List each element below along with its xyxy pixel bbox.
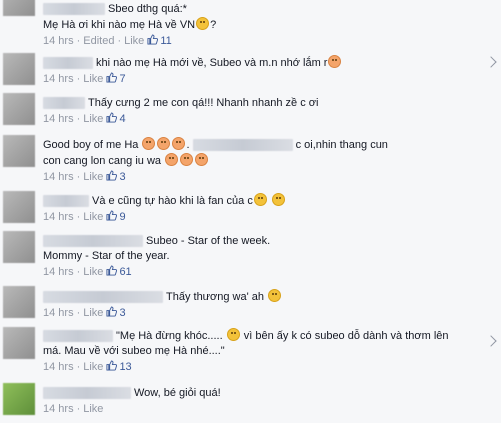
comment-meta: 14 hrs · Like 7 (43, 72, 126, 85)
thumbs-up-icon (106, 306, 118, 317)
comment-meta: 14 hrs · Like (43, 403, 104, 415)
avatar[interactable] (3, 53, 35, 85)
smile-emoji-icon (253, 193, 267, 206)
comment-text: "Mẹ Hà đừng khóc..... (116, 330, 223, 342)
like-button[interactable]: Like (83, 361, 103, 373)
avatar[interactable] (3, 231, 35, 263)
commenter-name[interactable] (43, 235, 143, 248)
comment-text: Và e cũng tự hào khi là fan của c (92, 195, 253, 207)
comment: Wow, bé giỏi quá! 14 hrs · Like (0, 380, 501, 423)
thumbs-up-icon (147, 34, 159, 45)
thumbs-up-icon (106, 265, 118, 276)
comment-meta: 14 hrs · Like 4 (43, 112, 126, 125)
commenter-name[interactable] (43, 3, 105, 16)
comment-text-line2: Mẹ Hà ơi khi nào mẹ Hà về VN (43, 19, 196, 31)
comment-meta: 14 hrs · Like 13 (43, 360, 132, 373)
smile-emoji-icon (226, 328, 240, 341)
comment-text: Thấy thương wa' ah (166, 291, 265, 303)
grimace-emoji-icon (196, 17, 210, 30)
kiss-emoji-icon (157, 137, 171, 150)
thumbs-up-icon (106, 360, 118, 371)
like-button[interactable]: Like (83, 171, 103, 183)
smile-emoji-icon (268, 289, 282, 302)
comment-text-cont: vì bên ấy k có subeo dỗ dành và thơm lên (243, 330, 449, 342)
comment: khi nào mẹ Hà mới về, Subeo và m.n nhớ l… (0, 48, 501, 93)
comment-text: Good boy of me Ha (43, 139, 139, 151)
comment-meta: 14 hrs · Edited · Like 11 (43, 34, 172, 47)
comment-meta: 14 hrs · Like 9 (43, 210, 126, 223)
timestamp[interactable]: 14 hrs (43, 307, 74, 319)
avatar[interactable] (3, 93, 35, 125)
comment-meta: 14 hrs · Like 3 (43, 170, 126, 183)
thumbs-up-icon (106, 170, 118, 181)
comment-text-line2: má. Mau về với subeo mẹ Hà nhé...." (43, 345, 225, 357)
comment: Good boy of me Ha . c oi,nhin thang cun … (0, 133, 501, 188)
comment: Sbeo dthg quá:* Mẹ Hà ơi khi nào mẹ Hà v… (0, 0, 501, 48)
kiss-emoji-icon (195, 153, 209, 166)
commenter-name[interactable] (43, 97, 85, 110)
crying-emoji-icon (328, 55, 342, 68)
timestamp[interactable]: 14 hrs (43, 266, 74, 278)
like-button[interactable]: Like (83, 266, 103, 278)
timestamp[interactable]: 14 hrs (43, 113, 74, 125)
comment-text: Sbeo dthg quá:* (108, 3, 187, 15)
avatar[interactable] (3, 286, 35, 318)
kiss-emoji-icon (180, 153, 194, 166)
like-button[interactable]: Like (83, 113, 103, 125)
comment-text-line2: Mommy - Star of the year. (43, 250, 170, 262)
kiss-emoji-icon (142, 137, 156, 150)
comment-text: Wow, bé giỏi quá! (134, 387, 221, 399)
like-count[interactable]: 9 (119, 211, 125, 223)
commenter-name[interactable] (43, 57, 93, 70)
comment-text: Thấy cưng 2 me con qá!!! Nhanh nhanh zề … (88, 97, 319, 109)
timestamp[interactable]: 14 hrs (43, 361, 74, 373)
like-count[interactable]: 11 (160, 35, 171, 47)
timestamp[interactable]: 14 hrs (43, 211, 74, 223)
like-count[interactable]: 61 (119, 266, 131, 278)
like-count[interactable]: 13 (119, 361, 131, 373)
thumbs-up-icon (106, 112, 118, 123)
commenter-name[interactable] (43, 291, 163, 304)
comment-meta: 14 hrs · Like 61 (43, 265, 132, 278)
tongue-emoji-icon (271, 193, 285, 206)
thumbs-up-icon (106, 72, 118, 83)
avatar[interactable] (3, 0, 35, 16)
mentioned-name[interactable] (192, 139, 293, 152)
like-count[interactable]: 3 (119, 171, 125, 183)
comment: Thấy cưng 2 me con qá!!! Nhanh nhanh zề … (0, 93, 501, 133)
comment: Subeo - Star of the week. Mommy - Star o… (0, 228, 501, 283)
avatar[interactable] (3, 383, 35, 415)
thumbs-up-icon (106, 210, 118, 221)
edited-link[interactable]: Edited (83, 35, 114, 47)
timestamp[interactable]: 14 hrs (43, 403, 74, 415)
like-count[interactable]: 7 (119, 73, 125, 85)
kiss-emoji-icon (165, 153, 179, 166)
comment-text: khi nào mẹ Hà mới về, Subeo và m.n nhớ l… (96, 57, 328, 69)
timestamp[interactable]: 14 hrs (43, 171, 74, 183)
comment-text-cont: c oi,nhin thang cun (295, 139, 388, 151)
avatar[interactable] (3, 191, 35, 223)
comment: "Mẹ Hà đừng khóc..... vì bên ấy k có sub… (0, 323, 501, 380)
like-button[interactable]: Like (83, 211, 103, 223)
avatar[interactable] (3, 327, 35, 359)
like-count[interactable]: 3 (119, 307, 125, 319)
like-button[interactable]: Like (83, 307, 103, 319)
timestamp[interactable]: 14 hrs (43, 73, 74, 85)
commenter-name[interactable] (43, 330, 113, 343)
timestamp[interactable]: 14 hrs (43, 35, 74, 47)
comment-text-line2: con cang lon cang iu wa (43, 155, 162, 167)
like-count[interactable]: 4 (119, 113, 125, 125)
commenter-name[interactable] (43, 195, 89, 208)
comment-meta: 14 hrs · Like 3 (43, 306, 126, 319)
comment: Và e cũng tự hào khi là fan của c 14 hrs… (0, 188, 501, 228)
like-button[interactable]: Like (124, 35, 144, 47)
avatar[interactable] (3, 135, 35, 167)
kiss-emoji-icon (172, 137, 186, 150)
commenter-name[interactable] (43, 387, 131, 400)
like-button[interactable]: Like (83, 73, 103, 85)
comment: Thấy thương wa' ah 14 hrs · Like 3 (0, 283, 501, 323)
comment-text: Subeo - Star of the week. (146, 235, 271, 247)
like-button[interactable]: Like (83, 403, 103, 415)
